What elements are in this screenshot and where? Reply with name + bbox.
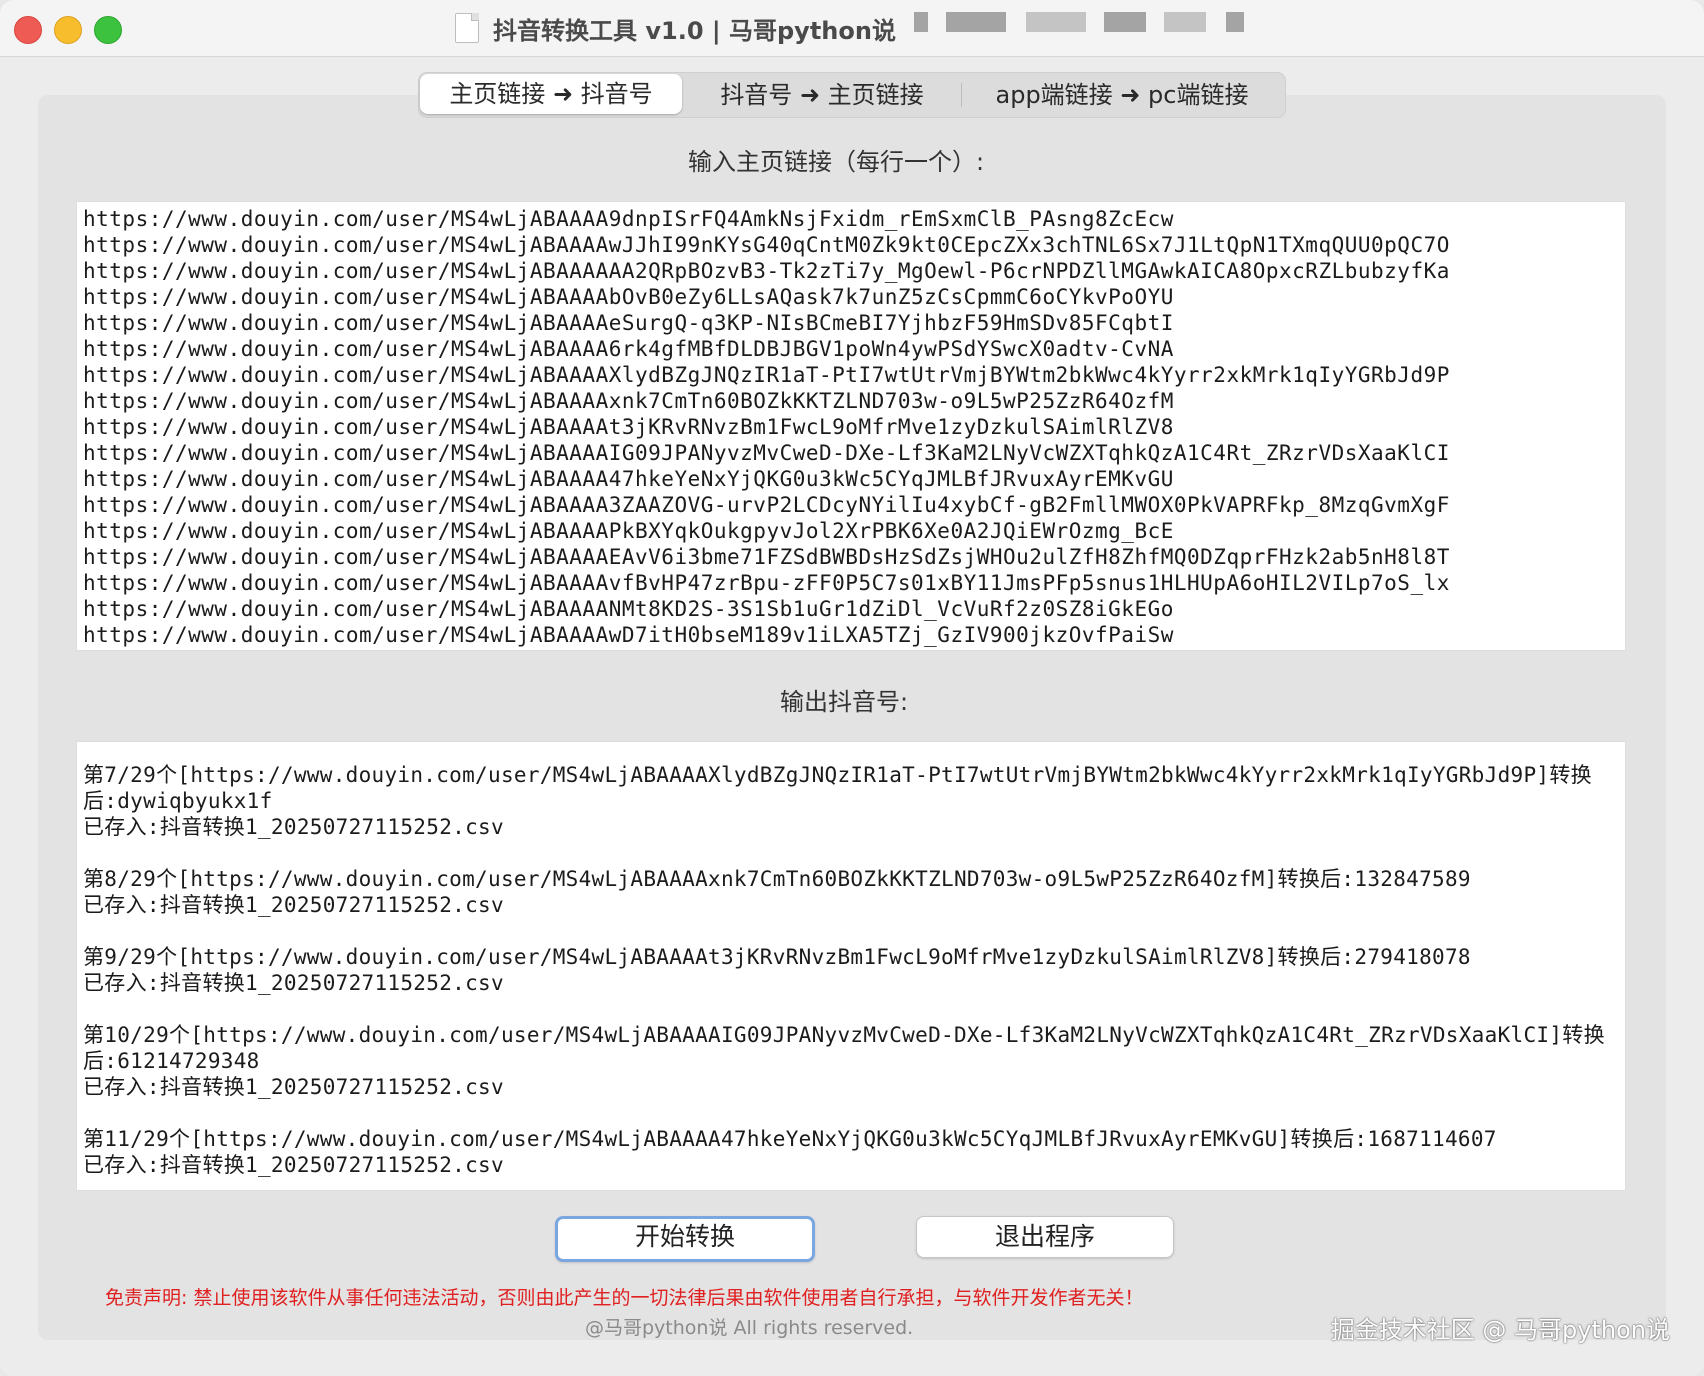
output-entry: 第7/29个[https://www.douyin.com/user/MS4wL… [83, 762, 1623, 840]
tab-homepage-to-douyin-id[interactable]: 主页链接 ➜ 抖音号 [420, 74, 682, 114]
document-icon [455, 13, 479, 43]
redacted-region [1104, 12, 1146, 32]
output-entry: 第10/29个[https://www.douyin.com/user/MS4w… [83, 1022, 1623, 1100]
tab-bar: 主页链接 ➜ 抖音号 抖音号 ➜ 主页链接 app端链接 ➜ pc端链接 [418, 72, 1286, 118]
input-link-line: https://www.douyin.com/user/MS4wLjABAAAA… [83, 207, 1174, 231]
tab-app-link-to-pc-link[interactable]: app端链接 ➜ pc端链接 [962, 73, 1282, 117]
redacted-region [1026, 12, 1086, 32]
redacted-region [1226, 12, 1244, 32]
input-lines: https://www.douyin.com/user/MS4wLjABAAAA… [77, 202, 1625, 648]
input-link-line: https://www.douyin.com/user/MS4wLjABAAAA… [83, 493, 1450, 517]
tab-douyin-id-to-homepage[interactable]: 抖音号 ➜ 主页链接 [683, 73, 961, 117]
input-label: 输入主页链接（每行一个）: [688, 148, 985, 176]
saved-file-note: 已存入:抖音转换1_20250727115252.csv [83, 1075, 504, 1099]
copyright-text: @马哥python说 All rights reserved. [585, 1317, 914, 1339]
app-window: 抖音转换工具 v1.0 | 马哥python说 主页链接 ➜ 抖音号 抖音号 ➜… [0, 0, 1704, 1376]
watermark-text: 掘金技术社区 @ 马哥python说 [1330, 1316, 1670, 1344]
redacted-region [1164, 12, 1206, 32]
output-entry: 第9/29个[https://www.douyin.com/user/MS4wL… [83, 944, 1623, 996]
disclaimer-text: 免责声明: 禁止使用该软件从事任何违法活动，否则由此产生的一切法律后果由软件使用… [105, 1287, 1144, 1309]
output-log: 第7/29个[https://www.douyin.com/user/MS4wL… [77, 742, 1623, 1178]
redacted-region [946, 12, 1006, 32]
input-link-line: https://www.douyin.com/user/MS4wLjABAAAA… [83, 363, 1450, 387]
saved-file-note: 已存入:抖音转换1_20250727115252.csv [83, 1153, 504, 1177]
input-link-line: https://www.douyin.com/user/MS4wLjABAAAA… [83, 623, 1174, 647]
input-link-line: https://www.douyin.com/user/MS4wLjABAAAA… [83, 441, 1450, 465]
maximize-window-button[interactable] [94, 16, 122, 44]
output-label: 输出抖音号: [780, 688, 909, 716]
input-link-line: https://www.douyin.com/user/MS4wLjABAAAA… [83, 259, 1450, 283]
input-link-line: https://www.douyin.com/user/MS4wLjABAAAA… [83, 389, 1174, 413]
saved-file-note: 已存入:抖音转换1_20250727115252.csv [83, 971, 504, 995]
input-link-line: https://www.douyin.com/user/MS4wLjABAAAA… [83, 467, 1174, 491]
close-window-button[interactable] [14, 16, 42, 44]
exit-program-button[interactable]: 退出程序 [916, 1216, 1174, 1258]
conversion-result: 第9/29个[https://www.douyin.com/user/MS4wL… [83, 945, 1471, 969]
conversion-result: 第10/29个[https://www.douyin.com/user/MS4w… [83, 1023, 1605, 1073]
input-link-line: https://www.douyin.com/user/MS4wLjABAAAA… [83, 415, 1174, 439]
conversion-result: 第11/29个[https://www.douyin.com/user/MS4w… [83, 1127, 1497, 1151]
homepage-links-input[interactable]: https://www.douyin.com/user/MS4wLjABAAAA… [76, 201, 1626, 651]
input-link-line: https://www.douyin.com/user/MS4wLjABAAAA… [83, 311, 1174, 335]
input-link-line: https://www.douyin.com/user/MS4wLjABAAAA… [83, 597, 1174, 621]
saved-file-note: 已存入:抖音转换1_20250727115252.csv [83, 815, 504, 839]
saved-file-note: 已存入:抖音转换1_20250727115252.csv [83, 893, 504, 917]
title-bar: 抖音转换工具 v1.0 | 马哥python说 [0, 0, 1704, 57]
input-link-line: https://www.douyin.com/user/MS4wLjABAAAA… [83, 233, 1450, 257]
input-link-line: https://www.douyin.com/user/MS4wLjABAAAA… [83, 337, 1174, 361]
output-entry: 第11/29个[https://www.douyin.com/user/MS4w… [83, 1126, 1623, 1178]
input-link-line: https://www.douyin.com/user/MS4wLjABAAAA… [83, 571, 1450, 595]
redacted-region [914, 12, 928, 32]
conversion-result: 第8/29个[https://www.douyin.com/user/MS4wL… [83, 867, 1471, 891]
douyin-id-output[interactable]: 第7/29个[https://www.douyin.com/user/MS4wL… [76, 741, 1626, 1191]
window-title-group: 抖音转换工具 v1.0 | 马哥python说 [455, 10, 896, 46]
input-link-line: https://www.douyin.com/user/MS4wLjABAAAA… [83, 285, 1174, 309]
start-convert-button[interactable]: 开始转换 [555, 1216, 815, 1262]
window-title: 抖音转换工具 v1.0 | 马哥python说 [493, 16, 896, 45]
input-link-line: https://www.douyin.com/user/MS4wLjABAAAA… [83, 519, 1174, 543]
minimize-window-button[interactable] [54, 16, 82, 44]
input-link-line: https://www.douyin.com/user/MS4wLjABAAAA… [83, 545, 1450, 569]
output-entry: 第8/29个[https://www.douyin.com/user/MS4wL… [83, 866, 1623, 918]
conversion-result: 第7/29个[https://www.douyin.com/user/MS4wL… [83, 763, 1592, 813]
